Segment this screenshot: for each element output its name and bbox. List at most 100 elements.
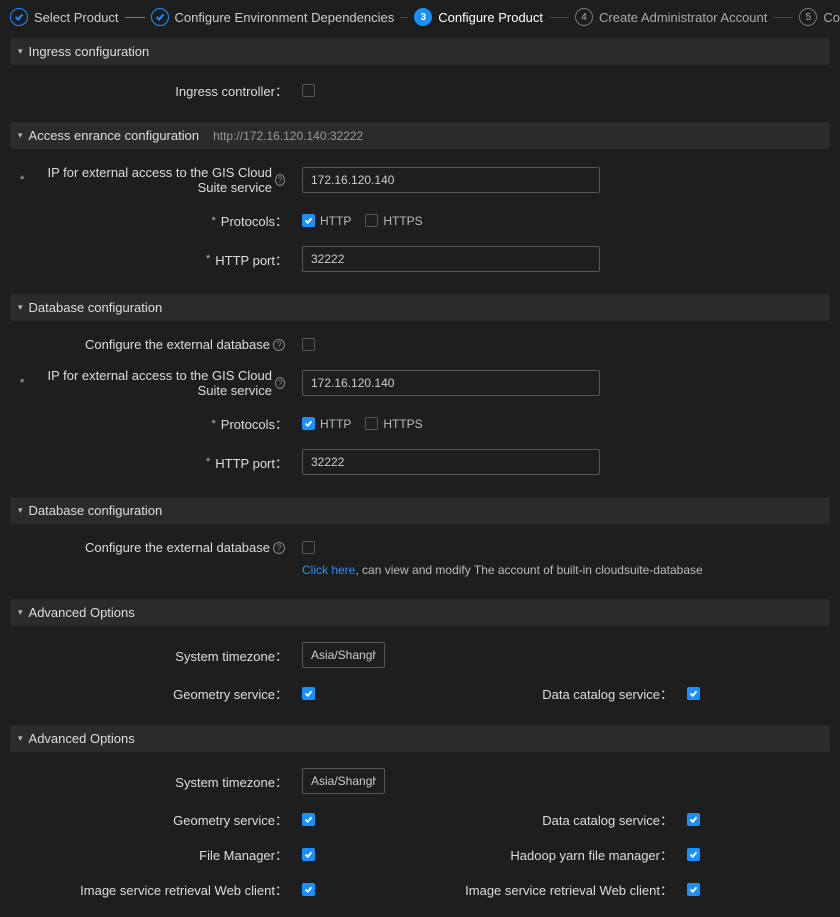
section-body-ingress: Ingress controller： bbox=[10, 65, 830, 118]
section-header-adv1[interactable]: ▾ Advanced Options bbox=[10, 599, 830, 626]
help-icon[interactable]: ? bbox=[275, 174, 285, 186]
catalog-label: Data catalog service： bbox=[420, 684, 675, 703]
step-label: Configure Product bbox=[438, 10, 543, 25]
geom-checkbox[interactable] bbox=[302, 813, 315, 826]
https-checkbox[interactable] bbox=[365, 214, 378, 227]
section-ingress: ▾ Ingress configuration bbox=[10, 38, 830, 65]
chevron-down-icon: ▾ bbox=[18, 130, 23, 141]
access-proto-label: * Protocols： bbox=[20, 211, 290, 230]
db1-ip-input[interactable] bbox=[302, 370, 600, 396]
http-checkbox[interactable] bbox=[302, 417, 315, 430]
step-create-admin: 4 Create Administrator Account bbox=[575, 8, 767, 26]
chevron-down-icon: ▾ bbox=[18, 733, 23, 744]
section-title: Advanced Options bbox=[29, 731, 135, 746]
db1-ip-label: * IP for external access to the GIS Clou… bbox=[20, 368, 290, 398]
section-adv2: ▾ Advanced Options bbox=[10, 725, 830, 752]
section-adv1: ▾ Advanced Options bbox=[10, 599, 830, 626]
ingress-controller-label: Ingress controller： bbox=[20, 81, 290, 100]
step-label: Confirm Deployment bbox=[823, 10, 840, 25]
db1-ext-checkbox[interactable] bbox=[302, 338, 315, 351]
chevron-down-icon: ▾ bbox=[18, 302, 23, 313]
access-port-label: * HTTP port： bbox=[20, 250, 290, 269]
step-label: Select Product bbox=[34, 10, 119, 25]
section-header-db1[interactable]: ▾ Database configuration bbox=[10, 294, 830, 321]
chevron-down-icon: ▾ bbox=[18, 505, 23, 516]
ingress-controller-checkbox[interactable] bbox=[302, 84, 315, 97]
http-label: HTTP bbox=[320, 417, 351, 431]
db1-port-input[interactable] bbox=[302, 449, 600, 475]
https-checkbox[interactable] bbox=[365, 417, 378, 430]
step-connector bbox=[549, 17, 569, 18]
catalog-label: Data catalog service： bbox=[420, 810, 675, 829]
tz-label: System timezone： bbox=[20, 646, 290, 665]
section-body-db1: Configure the external database ? * IP f… bbox=[10, 321, 830, 493]
step-confirm-deploy: 5 Confirm Deployment bbox=[799, 8, 840, 26]
geom-label: Geometry service： bbox=[20, 810, 290, 829]
img-client-label2: Image service retrieval Web client： bbox=[420, 880, 675, 899]
geom-checkbox[interactable] bbox=[302, 687, 315, 700]
section-body-adv2: System timezone： Geometry service： Data … bbox=[10, 752, 830, 917]
img-client-checkbox2[interactable] bbox=[687, 883, 700, 896]
section-access: ▾ Access enrance configuration http://17… bbox=[10, 122, 830, 149]
section-title: Ingress configuration bbox=[29, 44, 150, 59]
http-checkbox[interactable] bbox=[302, 214, 315, 227]
required-icon: * bbox=[212, 215, 216, 227]
access-port-input[interactable] bbox=[302, 246, 600, 272]
section-body-db2: Configure the external database ? Click … bbox=[10, 524, 830, 595]
required-icon: * bbox=[206, 253, 210, 265]
access-ip-input[interactable] bbox=[302, 167, 600, 193]
required-icon: * bbox=[212, 418, 216, 430]
hadoop-checkbox[interactable] bbox=[687, 848, 700, 861]
section-body-access: * IP for external access to the GIS Clou… bbox=[10, 149, 830, 290]
required-icon: * bbox=[20, 377, 24, 389]
db2-ext-label: Configure the external database ? bbox=[20, 540, 290, 555]
section-header-db2[interactable]: ▾ Database configuration bbox=[10, 497, 830, 524]
hadoop-label: Hadoop yarn file manager： bbox=[420, 845, 675, 864]
http-label: HTTP bbox=[320, 214, 351, 228]
label-text: HTTP port： bbox=[215, 250, 288, 269]
section-extra-url: http://172.16.120.140:32222 bbox=[213, 129, 363, 143]
click-here-link[interactable]: Click here bbox=[302, 563, 355, 577]
tz-label: System timezone： bbox=[20, 772, 290, 791]
label-text: HTTP port： bbox=[215, 453, 288, 472]
catalog-checkbox[interactable] bbox=[687, 687, 700, 700]
section-body-adv1: System timezone： Geometry service： Data … bbox=[10, 626, 830, 721]
section-title: Advanced Options bbox=[29, 605, 135, 620]
img-client-checkbox[interactable] bbox=[302, 883, 315, 896]
chevron-down-icon: ▾ bbox=[18, 607, 23, 618]
file-checkbox[interactable] bbox=[302, 848, 315, 861]
step-configure-env: Configure Environment Dependencies bbox=[151, 8, 395, 26]
label-text: IP for external access to the GIS Cloud … bbox=[29, 165, 272, 195]
img-client-label: Image service retrieval Web client： bbox=[20, 880, 290, 899]
help-icon[interactable]: ? bbox=[273, 542, 285, 554]
access-ip-label: * IP for external access to the GIS Clou… bbox=[20, 165, 290, 195]
section-header-adv2[interactable]: ▾ Advanced Options bbox=[10, 725, 830, 752]
label-text: IP for external access to the GIS Cloud … bbox=[29, 368, 272, 398]
step-badge-done-icon bbox=[151, 8, 169, 26]
step-badge-pending: 5 bbox=[799, 8, 817, 26]
db1-proto-label: * Protocols： bbox=[20, 414, 290, 433]
label-text: Configure the external database bbox=[85, 337, 270, 352]
tz-input[interactable] bbox=[302, 642, 385, 668]
section-header-ingress[interactable]: ▾ Ingress configuration bbox=[10, 38, 830, 65]
https-label: HTTPS bbox=[383, 417, 422, 431]
help-icon[interactable]: ? bbox=[275, 377, 285, 389]
step-badge-pending: 4 bbox=[575, 8, 593, 26]
label-text: Configure the external database bbox=[85, 540, 270, 555]
tz-input[interactable] bbox=[302, 768, 385, 794]
step-label: Create Administrator Account bbox=[599, 10, 767, 25]
db1-port-label: * HTTP port： bbox=[20, 453, 290, 472]
step-connector bbox=[125, 17, 145, 18]
catalog-checkbox[interactable] bbox=[687, 813, 700, 826]
label-text: Protocols： bbox=[221, 211, 288, 230]
section-title: Database configuration bbox=[29, 300, 163, 315]
section-header-access[interactable]: ▾ Access enrance configuration http://17… bbox=[10, 122, 830, 149]
https-label: HTTPS bbox=[383, 214, 422, 228]
label-text: Protocols： bbox=[221, 414, 288, 433]
file-label: File Manager： bbox=[20, 845, 290, 864]
db2-ext-checkbox[interactable] bbox=[302, 541, 315, 554]
chevron-down-icon: ▾ bbox=[18, 46, 23, 57]
step-select-product: Select Product bbox=[10, 8, 119, 26]
help-icon[interactable]: ? bbox=[273, 339, 285, 351]
step-label: Configure Environment Dependencies bbox=[175, 10, 395, 25]
